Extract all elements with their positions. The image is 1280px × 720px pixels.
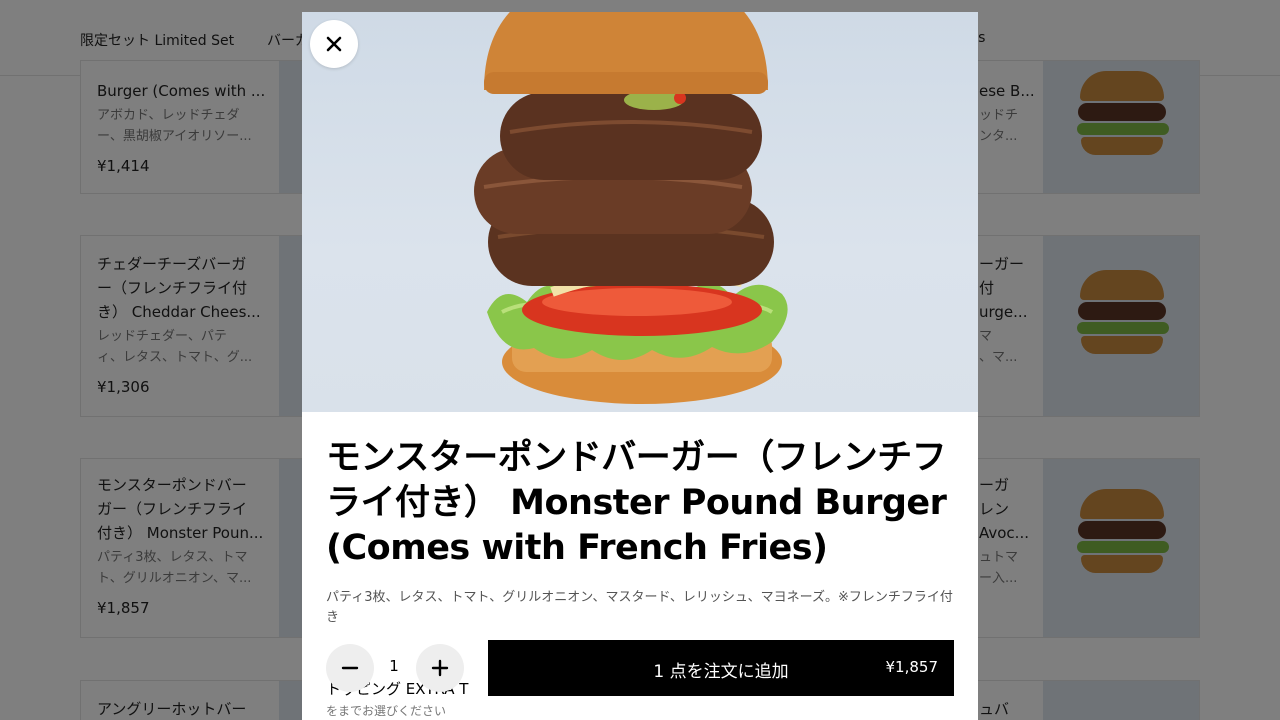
plus-icon	[431, 659, 449, 677]
item-title: モンスターポンドバーガー（フレンチフライ付き） Monster Pound Bu…	[326, 438, 947, 568]
close-button[interactable]	[310, 20, 358, 68]
minus-icon	[341, 666, 359, 670]
add-to-order-label: 1 点を注文に追加	[653, 662, 789, 682]
item-detail-modal: モンスターポンドバーガー（フレンチフライ付き） Monster Pound Bu…	[302, 12, 978, 720]
add-to-order-button[interactable]: 1 点を注文に追加 ¥1,857	[488, 640, 954, 696]
item-photo	[302, 12, 978, 412]
close-icon	[326, 36, 342, 52]
add-to-order-price: ¥1,857	[885, 658, 939, 676]
burger-illustration	[474, 12, 788, 404]
quantity-increase-button[interactable]	[416, 644, 464, 692]
quantity-value: 1	[389, 657, 399, 675]
item-description: パティ3枚、レタス、トマト、グリルオニオン、マスタード、レリッシュ、マヨネーズ。…	[326, 590, 953, 625]
quantity-decrease-button[interactable]	[326, 644, 374, 692]
section-subtitle: をまでお選びください	[326, 704, 447, 718]
